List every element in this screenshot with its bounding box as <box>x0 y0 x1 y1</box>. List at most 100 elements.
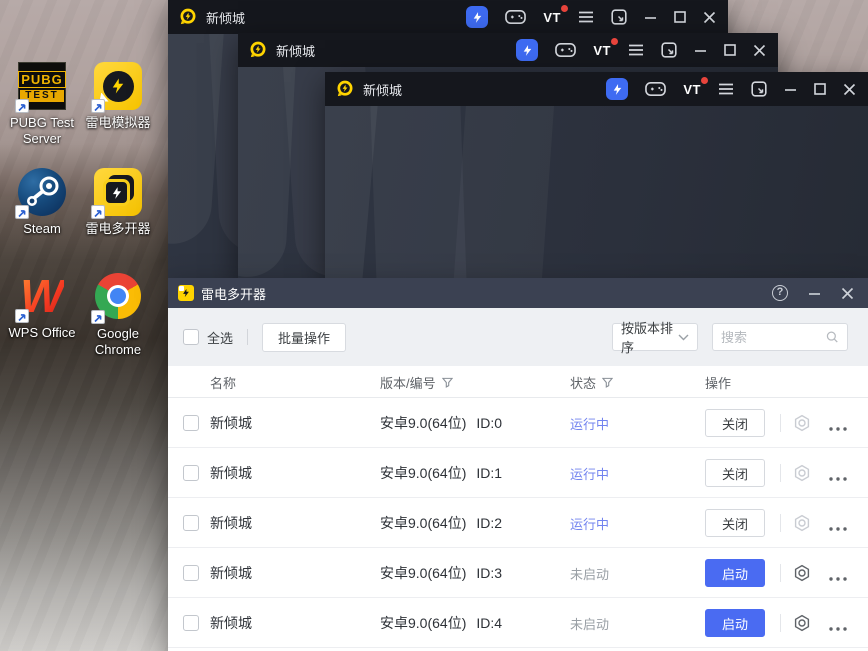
row-checkbox[interactable] <box>183 465 199 481</box>
google-chrome-icon <box>91 273 142 324</box>
emulator-3-titlebar[interactable]: 新倾城 VT <box>325 72 868 106</box>
vt-badge[interactable]: VT <box>683 76 708 97</box>
pubg-test-server-icon: PUBG TEST <box>15 62 66 113</box>
row-checkbox[interactable] <box>183 515 199 531</box>
desktop-icon-label: WPS Office <box>8 325 76 340</box>
boost-icon[interactable] <box>466 6 489 28</box>
batch-operations-button[interactable]: 批量操作 <box>262 322 347 352</box>
vt-badge[interactable]: VT <box>593 37 618 58</box>
gear-icon[interactable] <box>793 614 811 632</box>
more-options-icon[interactable] <box>828 619 848 631</box>
more-options-icon[interactable] <box>828 419 848 431</box>
help-icon[interactable] <box>772 285 788 301</box>
menu-icon[interactable] <box>628 44 644 56</box>
table-header: 名称 版本/编号 状态 操作 <box>168 366 868 398</box>
gamepad-icon[interactable] <box>505 9 527 25</box>
sort-dropdown[interactable]: 按版本排序 <box>612 321 698 355</box>
more-options-icon[interactable] <box>828 469 848 481</box>
emulator-1-titlebar[interactable]: 新倾城 VT <box>168 0 728 34</box>
small-window-icon[interactable] <box>751 81 767 97</box>
shortcut-arrow-icon <box>91 205 105 219</box>
maximize-icon[interactable] <box>674 11 686 23</box>
row-id: ID:3 <box>476 565 503 581</box>
row-checkbox[interactable] <box>183 565 199 581</box>
row-divider <box>780 464 781 482</box>
minimize-icon[interactable] <box>644 11 657 24</box>
row-action-button[interactable]: 启动 <box>705 609 765 637</box>
row-id: ID:0 <box>476 415 503 431</box>
window-title: 新倾城 <box>363 82 403 98</box>
filter-icon[interactable] <box>441 377 453 388</box>
desktop-icon-google-chrome[interactable]: Google Chrome <box>76 272 160 358</box>
select-all-checkbox[interactable] <box>183 329 199 345</box>
table-row: 新倾城 安卓9.0(64位) ID:4 未启动 启动 <box>168 598 868 648</box>
desktop-icon-ld-multi-opener[interactable]: 雷电多开器 <box>76 168 160 237</box>
desktop-icon-pubg-test-server[interactable]: PUBG TEST PUBG Test Server <box>0 62 84 147</box>
desktop-icon-label: PUBG Test Server <box>9 115 75 146</box>
chevron-down-icon <box>678 334 689 340</box>
row-action-button[interactable]: 启动 <box>705 559 765 587</box>
ldplayer-icon <box>91 62 142 113</box>
boost-icon[interactable] <box>606 78 629 100</box>
emulator-2-titlebar[interactable]: 新倾城 VT <box>238 33 778 67</box>
maximize-icon[interactable] <box>814 83 826 95</box>
row-divider <box>780 514 781 532</box>
desktop-icon-wps-office[interactable]: W WPS Office <box>0 272 84 341</box>
pubg-icon-text: PUBG <box>18 70 66 88</box>
ldplayer-logo-icon <box>250 41 266 58</box>
status-badge: 运行中 <box>570 416 610 432</box>
minimize-icon[interactable] <box>784 83 797 96</box>
gear-icon[interactable] <box>793 564 811 582</box>
manager-window-title: 雷电多开器 <box>201 286 267 302</box>
decor-shape <box>449 106 558 278</box>
sort-dropdown-value: 按版本排序 <box>621 321 674 355</box>
column-header-name: 名称 <box>210 375 237 391</box>
small-window-icon[interactable] <box>661 42 677 58</box>
gear-icon[interactable] <box>793 464 811 482</box>
row-checkbox[interactable] <box>183 415 199 431</box>
row-divider <box>780 414 781 432</box>
menu-icon[interactable] <box>578 11 594 23</box>
status-badge: 未启动 <box>570 616 610 632</box>
minimize-icon[interactable] <box>808 287 821 300</box>
decor-shape <box>367 106 469 278</box>
row-name: 新倾城 <box>210 515 252 531</box>
maximize-icon[interactable] <box>724 44 736 56</box>
desktop-icon-steam[interactable]: Steam <box>0 168 84 237</box>
search-input[interactable] <box>721 329 827 345</box>
window-title: 新倾城 <box>276 43 316 59</box>
gamepad-icon[interactable] <box>645 81 667 97</box>
status-badge: 运行中 <box>570 516 610 532</box>
boost-icon[interactable] <box>516 39 539 61</box>
search-box[interactable] <box>712 323 848 351</box>
window-title: 新倾城 <box>206 10 246 26</box>
minimize-icon[interactable] <box>694 44 707 57</box>
close-icon[interactable] <box>753 44 766 57</box>
gear-icon[interactable] <box>793 514 811 532</box>
small-window-icon[interactable] <box>611 9 627 25</box>
multi-opener-app-icon <box>178 285 194 301</box>
close-icon[interactable] <box>843 83 856 96</box>
desktop-icon-ldplayer[interactable]: 雷电模拟器 <box>76 62 160 131</box>
more-options-icon[interactable] <box>828 519 848 531</box>
multi-opener-window: 雷电多开器 全选 批量操作 按版本排序 名称 版本/编号 状态 <box>168 278 868 651</box>
vt-label: VT <box>683 81 701 97</box>
close-icon[interactable] <box>841 287 854 300</box>
row-action-button[interactable]: 关闭 <box>705 459 765 487</box>
row-version: 安卓9.0(64位) <box>380 415 467 431</box>
close-icon[interactable] <box>703 11 716 24</box>
menu-icon[interactable] <box>718 83 734 95</box>
more-options-icon[interactable] <box>828 569 848 581</box>
row-version-cell: 安卓9.0(64位) ID:3 <box>380 548 502 598</box>
row-checkbox[interactable] <box>183 615 199 631</box>
emulator-3-screen <box>325 106 868 278</box>
row-action-button[interactable]: 关闭 <box>705 509 765 537</box>
wps-office-icon: W <box>15 272 66 323</box>
row-action-button[interactable]: 关闭 <box>705 409 765 437</box>
gamepad-icon[interactable] <box>555 42 577 58</box>
filter-icon[interactable] <box>602 377 614 388</box>
manager-titlebar[interactable]: 雷电多开器 <box>168 278 868 308</box>
column-header-version: 版本/编号 <box>380 366 453 398</box>
vt-badge[interactable]: VT <box>543 4 568 25</box>
gear-icon[interactable] <box>793 414 811 432</box>
